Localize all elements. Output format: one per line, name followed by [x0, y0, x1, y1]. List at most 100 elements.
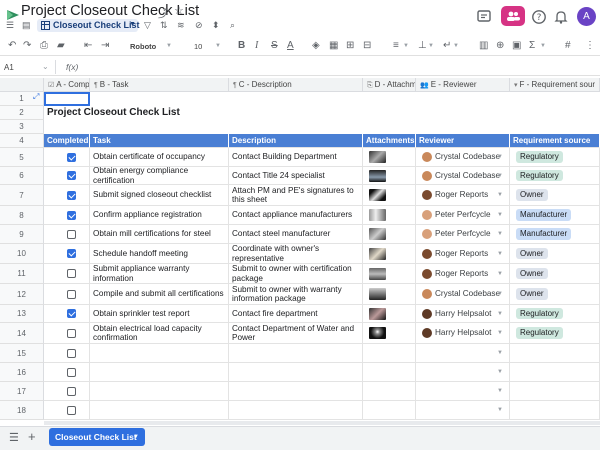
attachments-cell[interactable] — [363, 323, 416, 344]
empty-cell[interactable]: ▼ — [416, 382, 510, 401]
requirement-source-cell[interactable]: Owner — [510, 284, 600, 305]
task-cell[interactable]: Schedule handoff meeting — [90, 244, 229, 264]
reviewer-dropdown-icon[interactable]: ▼ — [497, 311, 503, 318]
fill-color-icon[interactable]: ◈ — [312, 40, 320, 51]
row-number[interactable]: 7 — [0, 185, 44, 206]
wrap-icon[interactable]: ⊟ — [363, 40, 371, 51]
row-height-icon[interactable]: ⬍ — [212, 20, 220, 31]
requirement-source-cell[interactable]: Regulatory — [510, 305, 600, 323]
expand-row-icon[interactable]: ⤢ — [33, 93, 41, 101]
task-cell[interactable]: Obtain mill certifications for steel — [90, 225, 229, 244]
row-number[interactable]: 14 — [0, 323, 44, 344]
insert-link-icon[interactable]: ⊕ — [496, 40, 504, 51]
column-header[interactable]: ¶ B - Task — [90, 78, 229, 92]
requirement-source-cell[interactable]: Manufacturer — [510, 206, 600, 225]
empty-cell[interactable] — [363, 401, 416, 420]
star-icon[interactable]: ☆ — [174, 4, 184, 17]
task-cell[interactable]: Submit signed closeout checklist — [90, 185, 229, 206]
completed-checkbox[interactable] — [67, 386, 76, 396]
empty-cell[interactable] — [510, 401, 600, 420]
row-number[interactable]: 15 — [0, 344, 44, 363]
attachments-cell[interactable] — [363, 244, 416, 264]
more-options-icon[interactable]: ⋮ — [585, 40, 595, 51]
empty-cell[interactable] — [90, 363, 229, 382]
attachments-cell[interactable] — [363, 185, 416, 206]
empty-cell[interactable] — [229, 382, 363, 401]
reviewer-dropdown-icon[interactable]: ▼ — [497, 231, 503, 238]
filter-icon[interactable]: ▽ — [144, 20, 151, 31]
requirement-source-cell[interactable]: Regulatory — [510, 167, 600, 185]
print-icon[interactable]: ⎙ — [40, 40, 48, 51]
attachments-cell[interactable] — [363, 148, 416, 167]
empty-cell[interactable] — [44, 344, 90, 363]
empty-cell[interactable] — [510, 382, 600, 401]
strikethrough-button[interactable]: S — [271, 40, 278, 51]
font-size-select[interactable]: 10 — [194, 42, 202, 51]
text-wrap-icon[interactable]: ↵ — [443, 40, 451, 51]
column-header[interactable]: 👥 E - Reviewer — [416, 78, 510, 92]
empty-cell[interactable] — [363, 363, 416, 382]
selected-cell[interactable] — [44, 92, 90, 106]
reviewer-dropdown-icon[interactable]: ▼ — [497, 388, 503, 395]
empty-cell[interactable] — [44, 401, 90, 420]
reviewer-cell[interactable]: Roger Reports ▼ — [416, 264, 510, 284]
italic-button[interactable]: I — [255, 40, 258, 51]
attachments-cell[interactable] — [363, 305, 416, 323]
row-number[interactable]: 8 — [0, 206, 44, 225]
completed-checkbox[interactable] — [67, 405, 76, 415]
completed-checkbox[interactable] — [67, 309, 76, 318]
paint-format-icon[interactable]: ▰ — [57, 40, 65, 51]
row-number[interactable]: 6 — [0, 167, 44, 185]
attachment-thumbnail[interactable] — [369, 267, 386, 280]
column-header[interactable]: ☑ A - Comp — [44, 78, 90, 92]
description-cell[interactable]: Submit to owner with certification packa… — [229, 264, 363, 284]
reviewer-dropdown-icon[interactable]: ▼ — [497, 154, 503, 161]
row-number[interactable]: 11 — [0, 264, 44, 284]
bold-button[interactable]: B — [238, 40, 245, 51]
row-number[interactable]: 12 — [0, 284, 44, 305]
column-header[interactable]: ▾ F - Requirement sour — [510, 78, 600, 92]
reviewer-dropdown-icon[interactable]: ▼ — [497, 291, 503, 298]
reviewer-cell[interactable]: Harry Helpsalot ▼ — [416, 323, 510, 344]
attachment-thumbnail[interactable] — [369, 189, 386, 201]
add-sheet-icon[interactable]: + — [28, 429, 36, 444]
attachments-cell[interactable] — [363, 284, 416, 305]
attachment-thumbnail[interactable] — [369, 307, 386, 320]
reviewer-cell[interactable]: Roger Reports ▼ — [416, 185, 510, 206]
reviewer-dropdown-icon[interactable]: ▼ — [497, 192, 503, 199]
requirement-source-cell[interactable]: Owner — [510, 244, 600, 264]
attachment-thumbnail[interactable] — [369, 228, 386, 240]
column-header[interactable]: ¶ C - Description — [229, 78, 363, 92]
redo-icon[interactable]: ↷ — [23, 40, 31, 51]
attachment-thumbnail[interactable] — [369, 169, 386, 182]
reviewer-cell[interactable]: Harry Helpsalot ▼ — [416, 305, 510, 323]
menu-icon[interactable]: ☰ — [6, 20, 14, 31]
completed-checkbox[interactable] — [67, 367, 76, 377]
group-icon[interactable]: ≋ — [177, 20, 185, 31]
empty-cell[interactable] — [363, 344, 416, 363]
requirement-source-cell[interactable]: Regulatory — [510, 148, 600, 167]
row-number[interactable]: 18 — [0, 401, 44, 420]
sheet-tab-closeout[interactable]: Closeout Check List ▼ — [49, 428, 145, 446]
share-link-icon[interactable]: ⤴ — [158, 5, 169, 21]
outdent-icon[interactable]: ⇤ — [84, 40, 92, 51]
font-family-select[interactable]: Roboto — [130, 42, 156, 51]
task-cell[interactable]: Obtain energy compliance certification — [90, 167, 229, 185]
empty-cell[interactable] — [90, 382, 229, 401]
indent-icon[interactable]: ⇥ — [101, 40, 109, 51]
completed-checkbox[interactable] — [67, 171, 76, 180]
user-avatar[interactable]: A — [577, 7, 596, 26]
task-cell[interactable]: Obtain sprinkler test report — [90, 305, 229, 323]
description-cell[interactable]: Contact fire department — [229, 305, 363, 323]
number-format-button[interactable]: # — [565, 40, 571, 51]
reviewer-dropdown-icon[interactable]: ▼ — [497, 407, 503, 414]
text-color-button[interactable]: A — [287, 40, 294, 51]
cell-reference[interactable]: A1 — [4, 63, 14, 72]
sort-icon[interactable]: ⇅ — [160, 20, 168, 31]
description-cell[interactable]: Contact Building Department — [229, 148, 363, 167]
task-cell[interactable]: Submit appliance warranty information — [90, 264, 229, 284]
completed-checkbox[interactable] — [67, 328, 76, 338]
search-icon[interactable]: ⌕ — [230, 20, 235, 31]
description-cell[interactable]: Coordinate with owner's representative — [229, 244, 363, 264]
reviewer-cell[interactable]: Peter Perfcycle ▼ — [416, 206, 510, 225]
